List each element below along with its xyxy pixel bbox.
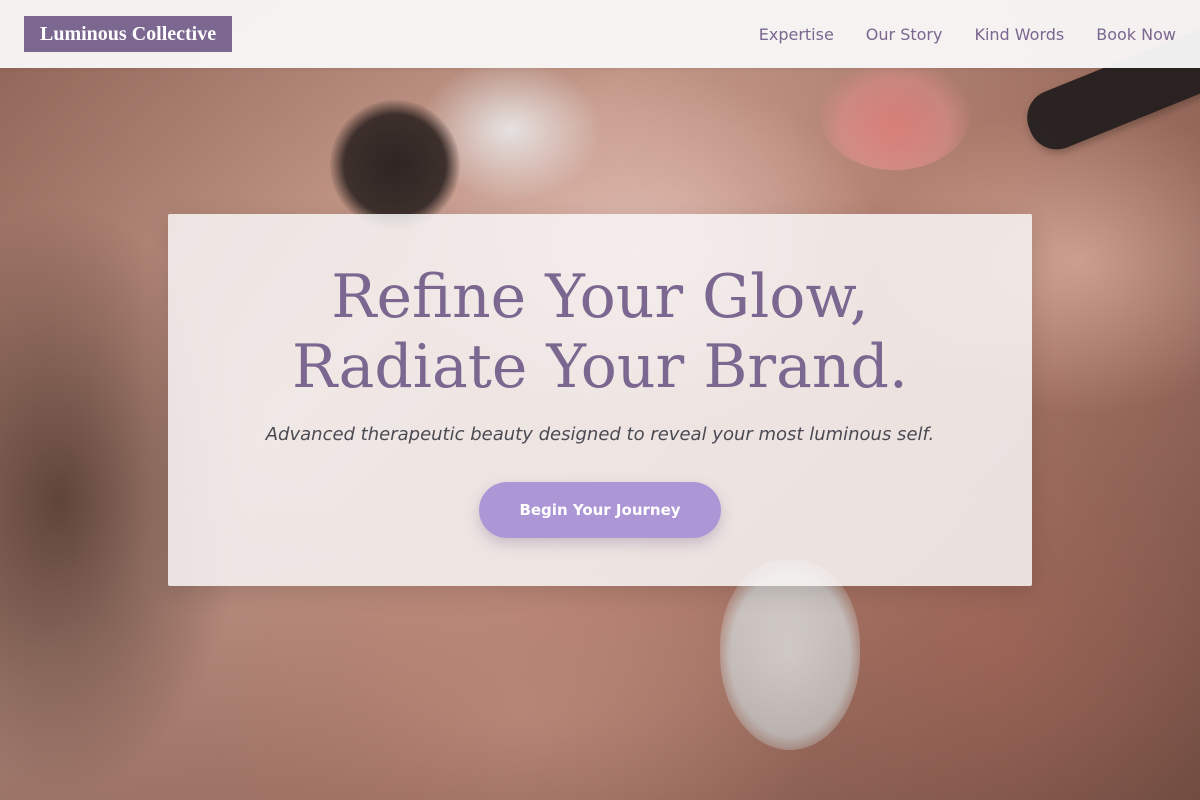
main-nav: Expertise Our Story Kind Words Book Now [759,0,1176,68]
logo[interactable]: Luminous Collective [24,16,233,52]
nav-link-expertise[interactable]: Expertise [759,25,834,44]
hero-subtitle: Advanced therapeutic beauty designed to … [265,424,935,445]
site-header: Luminous Collective Expertise Our Story … [0,0,1200,68]
hero-title-line-2: Radiate Your Brand. [292,332,908,402]
hero-title: Refine Your Glow, Radiate Your Brand. [168,262,1032,402]
begin-journey-button[interactable]: Begin Your Journey [479,482,721,538]
hero-title-line-1: Refine Your Glow, [331,262,869,332]
nav-link-our-story[interactable]: Our Story [866,25,943,44]
hero-card: Refine Your Glow, Radiate Your Brand. Ad… [168,214,1032,586]
nav-link-book-now[interactable]: Book Now [1096,25,1176,44]
nav-link-kind-words[interactable]: Kind Words [974,25,1064,44]
